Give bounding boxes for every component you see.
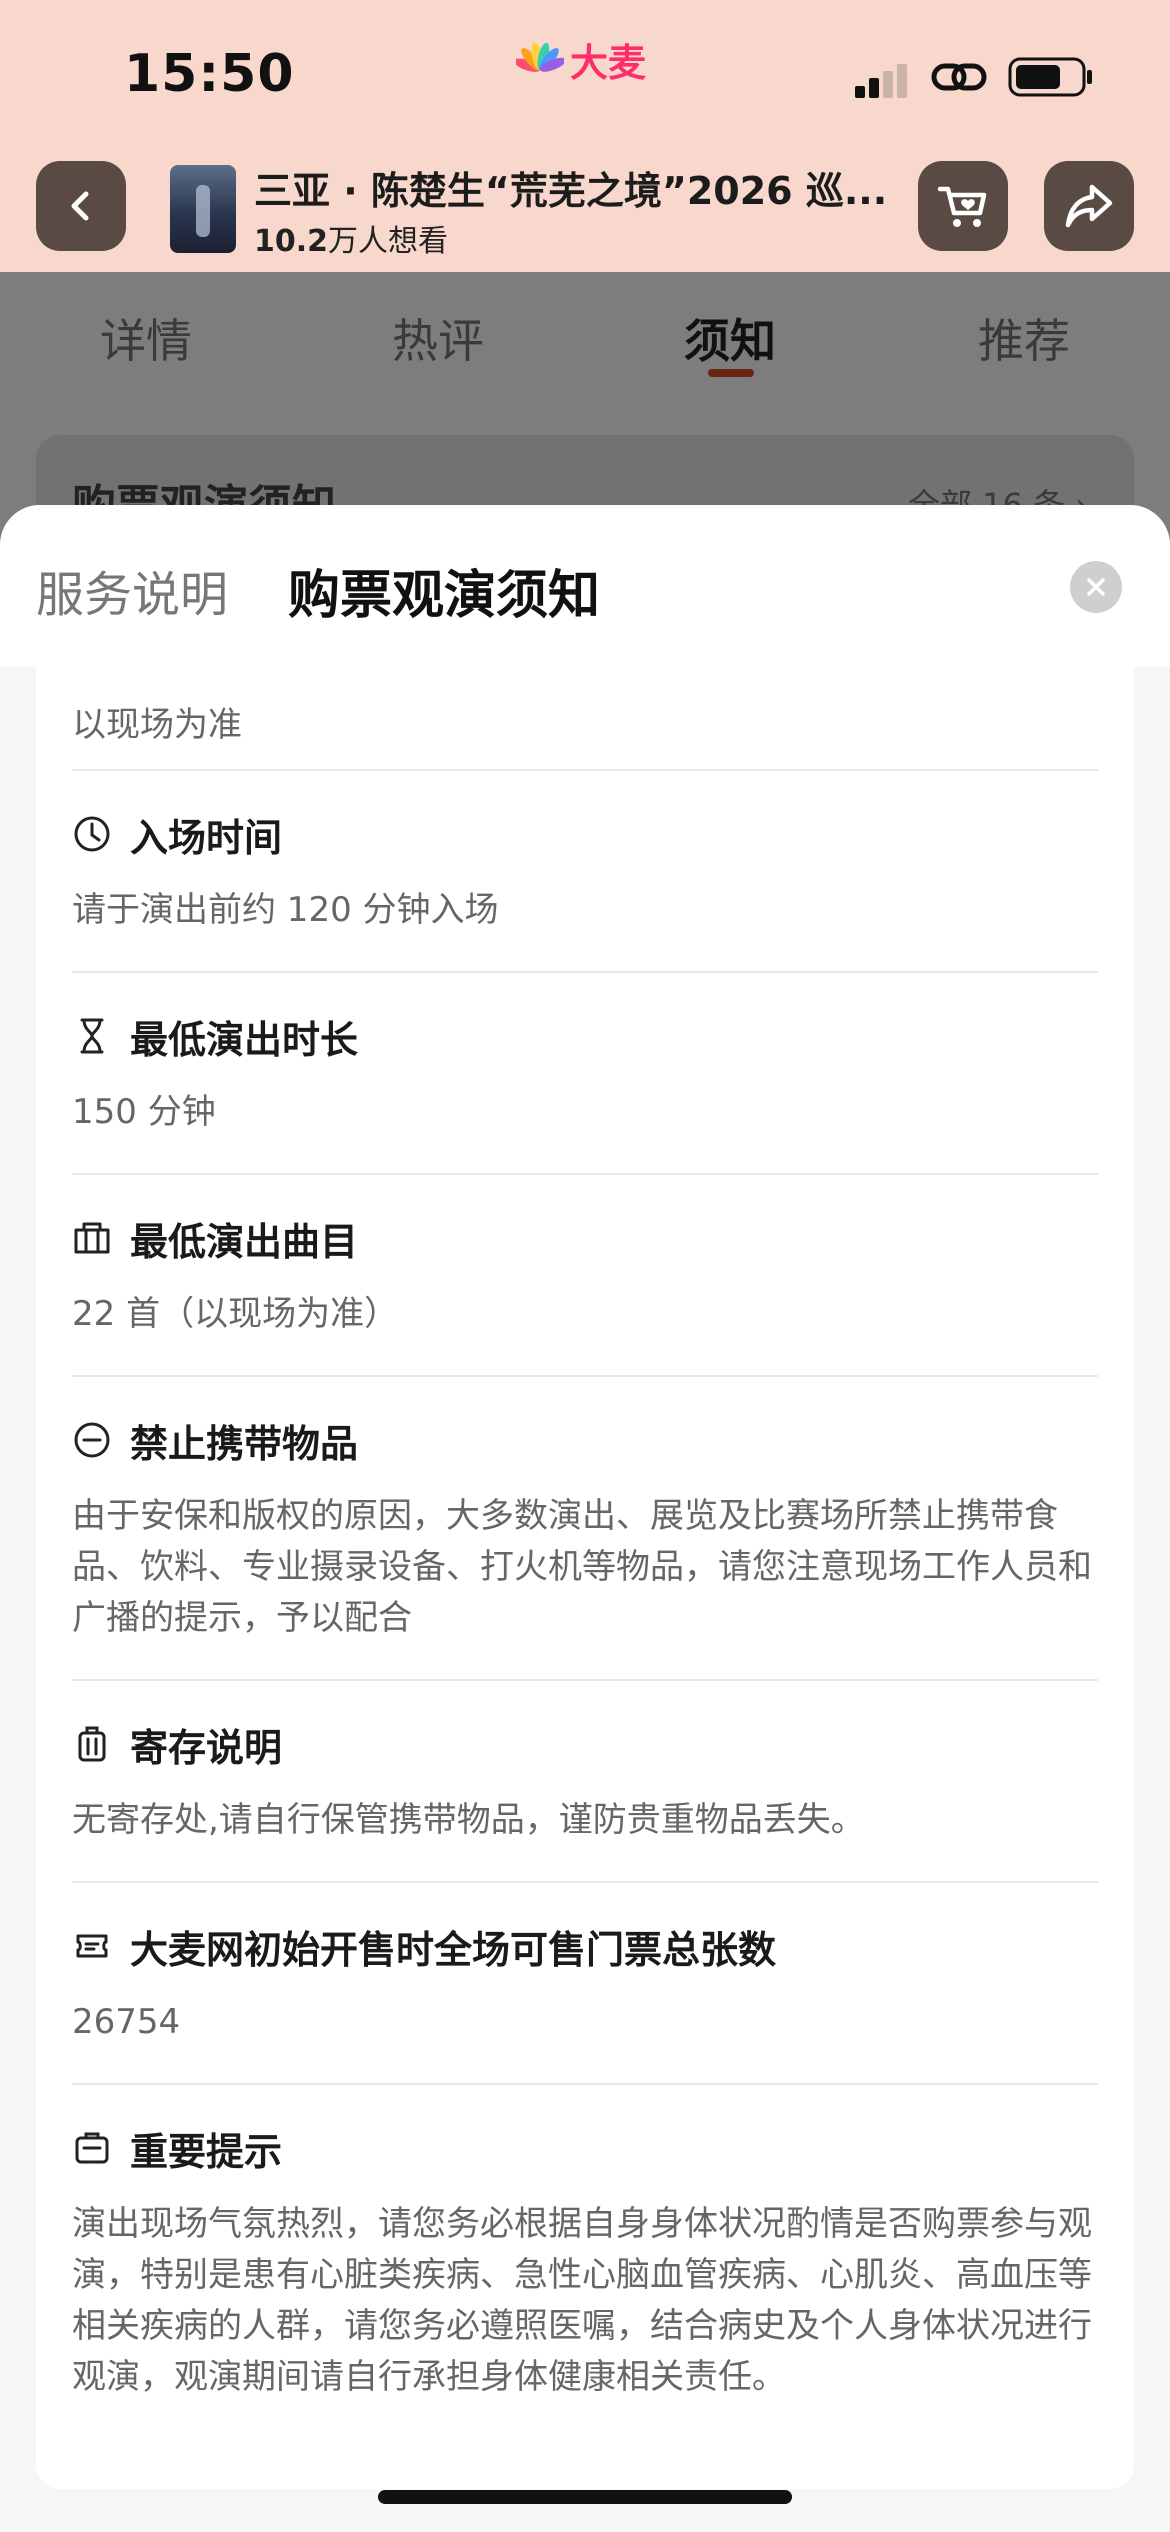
- item-title: 重要提示: [130, 2129, 283, 2174]
- item-body: 请于演出前约 120 分钟入场: [72, 890, 499, 930]
- luggage-icon: [72, 1724, 112, 1764]
- cart-button[interactable]: [918, 161, 1008, 251]
- event-title: 三亚 · 陈楚生“荒芜之境”2026 巡...: [254, 169, 884, 213]
- link-icon: [931, 63, 987, 91]
- close-icon: [1087, 578, 1105, 596]
- want-count-number: 10.2: [254, 224, 329, 259]
- item-title: 最低演出曲目: [130, 1219, 359, 1264]
- back-button[interactable]: [36, 161, 126, 251]
- notice-item-entry-time: 入场时间 请于演出前约 120 分钟入场: [72, 809, 1098, 936]
- item-title: 入场时间: [130, 815, 283, 860]
- notice-item-important-tip: 重要提示 演出现场气氛热烈，请您务必根据自身身体状况酌情是否购票参与观演，特别是…: [72, 2123, 1098, 2403]
- item-body: 22 首（以现场为准）: [72, 1294, 399, 1334]
- divider: [72, 2083, 1098, 2085]
- divider: [72, 1881, 1098, 1883]
- ticket-icon: [72, 1218, 112, 1258]
- chevron-left-icon: [71, 191, 89, 221]
- damai-flower-icon: [516, 42, 564, 72]
- item-body: 由于安保和版权的原因，大多数演出、展览及比赛场所禁止携带食品、饮料、专业摄录设备…: [72, 1496, 1092, 1638]
- cellular-signal-icon: [855, 64, 907, 98]
- battery-icon: [1008, 57, 1092, 97]
- hourglass-icon: [72, 1016, 112, 1056]
- want-count: 10.2万人想看: [254, 216, 448, 260]
- divider: [72, 1679, 1098, 1681]
- notice-bottom-sheet: 服务说明 购票观演须知 以现场为准 入场时间 请于演出前约 120 分钟入场 最…: [0, 505, 1170, 2532]
- item-title: 禁止携带物品: [130, 1421, 359, 1466]
- notice-item-min-songs: 最低演出曲目 22 首（以现场为准）: [72, 1213, 1098, 1340]
- status-time: 15:50: [124, 44, 295, 104]
- list-item-tail-text: 以现场为准: [72, 705, 242, 745]
- notice-item-min-duration: 最低演出时长 150 分钟: [72, 1011, 1098, 1138]
- prohibited-icon: [72, 1420, 112, 1460]
- tab-notice[interactable]: 须知: [684, 305, 776, 371]
- item-body: 26754: [72, 2002, 181, 2042]
- sheet-header: 服务说明 购票观演须知: [0, 505, 1170, 667]
- sheet-tab-notice[interactable]: 购票观演须知: [288, 553, 600, 628]
- brand-logo: 大麦: [516, 32, 646, 87]
- divider: [72, 1173, 1098, 1175]
- active-tab-indicator: [708, 369, 754, 377]
- notice-item-total-tickets: 大麦网初始开售时全场可售门票总张数 26754: [72, 1921, 1098, 2048]
- sheet-tab-service[interactable]: 服务说明: [36, 555, 228, 625]
- tickets-icon: [72, 1926, 112, 1966]
- notice-item-prohibited: 禁止携带物品 由于安保和版权的原因，大多数演出、展览及比赛场所禁止携带食品、饮料…: [72, 1415, 1098, 1644]
- tab-recommend[interactable]: 推荐: [978, 305, 1070, 371]
- home-indicator[interactable]: [378, 2490, 792, 2504]
- want-count-suffix: 万人想看: [328, 224, 449, 259]
- event-poster-thumbnail[interactable]: [170, 165, 236, 253]
- clock-icon: [72, 814, 112, 854]
- item-title: 大麦网初始开售时全场可售门票总张数: [130, 1927, 777, 1972]
- item-body: 无寄存处,请自行保管携带物品，谨防贵重物品丢失。: [72, 1800, 865, 1840]
- notice-item-storage: 寄存说明 无寄存处,请自行保管携带物品，谨防贵重物品丢失。: [72, 1719, 1098, 1846]
- brand-name: 大麦: [570, 41, 647, 85]
- item-body: 150 分钟: [72, 1092, 216, 1132]
- clipboard-icon: [72, 2128, 112, 2168]
- divider: [72, 971, 1098, 973]
- tab-details[interactable]: 详情: [100, 305, 192, 371]
- item-title: 寄存说明: [130, 1725, 283, 1770]
- cart-heart-icon: [937, 186, 987, 227]
- tab-reviews[interactable]: 热评: [392, 305, 484, 371]
- close-button[interactable]: [1070, 561, 1122, 613]
- divider: [72, 1375, 1098, 1377]
- share-button[interactable]: [1044, 161, 1134, 251]
- share-arrow-icon: [1065, 184, 1113, 228]
- divider: [72, 769, 1098, 771]
- notice-list: 以现场为准 入场时间 请于演出前约 120 分钟入场 最低演出时长 150 分钟: [36, 667, 1134, 2489]
- item-title: 最低演出时长: [130, 1017, 359, 1062]
- item-body: 演出现场气氛热烈，请您务必根据自身身体状况酌情是否购票参与观演，特别是患有心脏类…: [72, 2204, 1092, 2397]
